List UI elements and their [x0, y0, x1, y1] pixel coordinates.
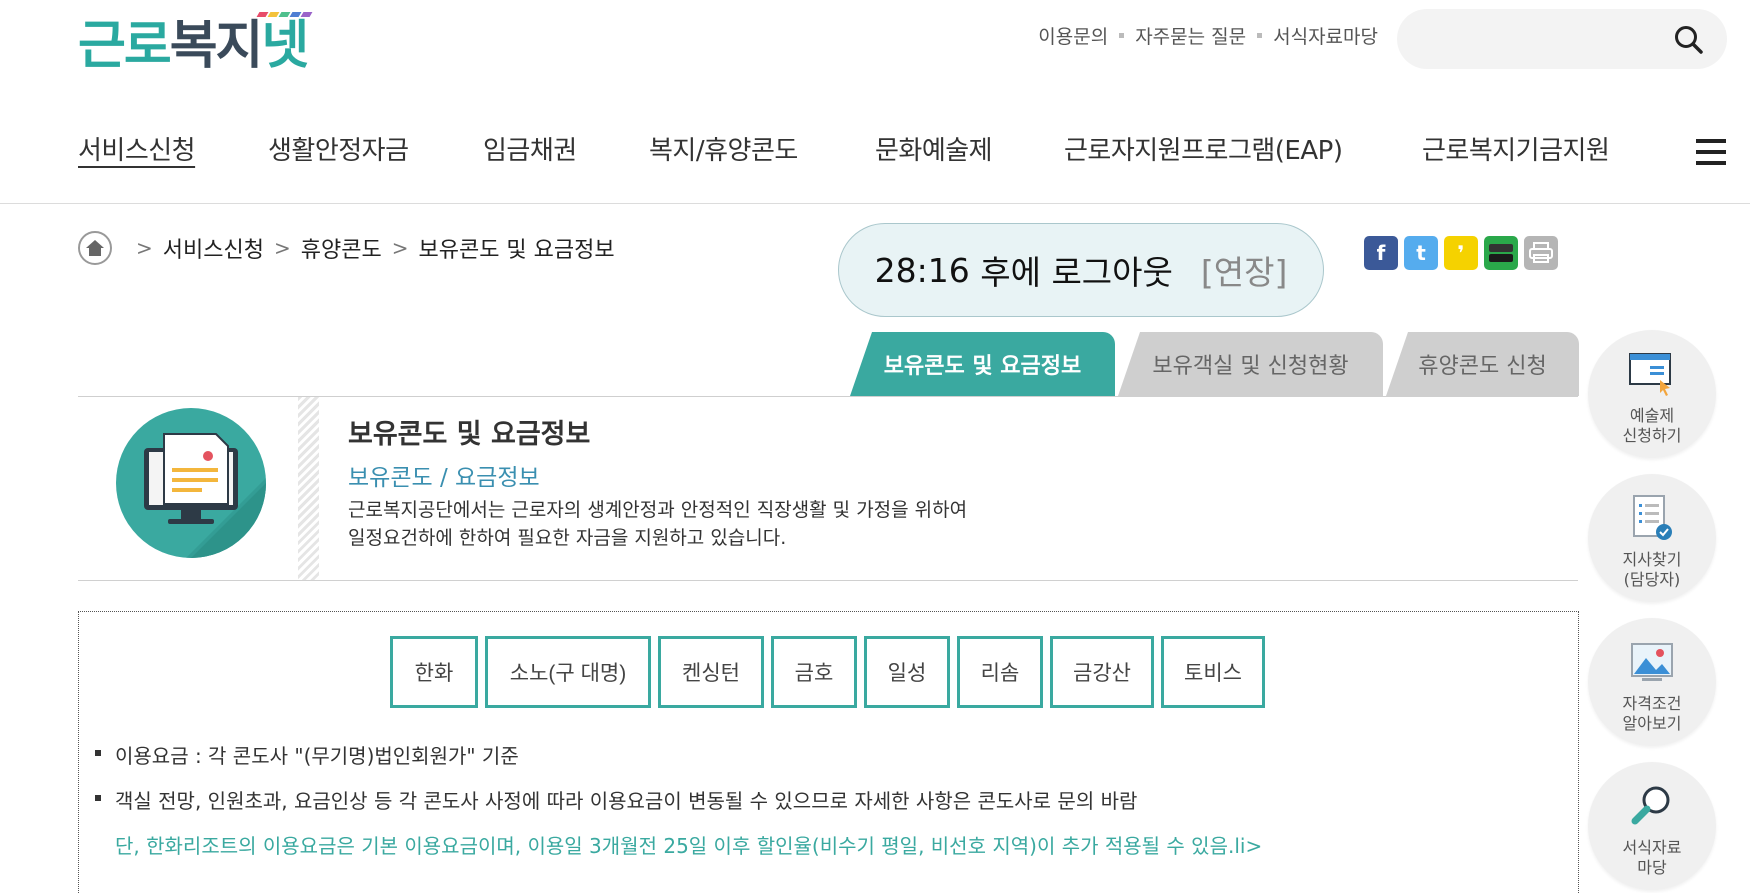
util-link-forms[interactable]: 서식자료마당	[1273, 22, 1378, 49]
note-item: 이용요금 : 각 콘도사 "(무기명)법인회원가" 기준	[95, 740, 1262, 769]
condo-button-hanwha[interactable]: 한화	[390, 636, 478, 708]
page-subtitle: 보유콘도 / 요금정보	[348, 465, 540, 491]
condo-button-kensington[interactable]: 켄싱턴	[658, 636, 764, 708]
quick-art-apply[interactable]: 예술제 신청하기	[1588, 330, 1716, 458]
gnb-item-wage-claim[interactable]: 임금채권	[483, 130, 577, 167]
intro-divider	[298, 397, 319, 581]
share-toolbar: f t ❜	[1364, 236, 1558, 270]
condo-info-panel: 한화 소노(구 대명) 켄싱턴 금호 일성 리솜 금강산 토비스 이용요금 : …	[78, 611, 1579, 893]
kakao-story-icon[interactable]: ❜	[1444, 236, 1478, 270]
condo-button-ilsung[interactable]: 일성	[864, 636, 950, 708]
condo-button-sono[interactable]: 소노(구 대명)	[485, 636, 651, 708]
chevron-right-icon: >	[136, 236, 153, 260]
util-separator	[1119, 33, 1125, 38]
condo-button-geumgangsan[interactable]: 금강산	[1050, 636, 1154, 708]
hamburger-icon[interactable]	[1696, 139, 1726, 165]
description-line: 일정요건하에 한하여 필요한 자금을 지원하고 있습니다.	[348, 527, 787, 549]
timer-value: 28:16	[874, 250, 970, 290]
note-highlight: 단, 한화리조트의 이용요금은 기본 이용요금이며, 이용일 3개월전 25일 …	[115, 834, 1263, 858]
chevron-right-icon: >	[273, 236, 291, 260]
quick-forms[interactable]: 서식자료 마당	[1588, 762, 1716, 890]
tab-condo-apply[interactable]: 휴양콘도 신청	[1386, 332, 1579, 396]
condo-button-kumho[interactable]: 금호	[771, 636, 857, 708]
condo-button-tobis[interactable]: 토비스	[1161, 636, 1265, 708]
search-input[interactable]	[1397, 9, 1727, 69]
condo-button-risom[interactable]: 리솜	[957, 636, 1043, 708]
print-icon[interactable]	[1524, 236, 1558, 270]
extend-session-button[interactable]: [연장]	[1201, 246, 1287, 294]
gnb-item-service-apply[interactable]: 서비스신청	[78, 130, 196, 167]
tab-room-status[interactable]: 보유객실 및 신청현황	[1118, 332, 1383, 396]
note-item: 객실 전망, 인원초과, 요금인상 등 각 콘도사 사정에 따라 이용요금이 변…	[95, 785, 1262, 814]
breadcrumb: > 서비스신청 > 휴양콘도 > 보유콘도 및 요금정보	[78, 231, 615, 265]
gnb-item-eap[interactable]: 근로자지원프로그램(EAP)	[1064, 130, 1343, 167]
gnb-item-welfare-condo[interactable]: 복지/휴양콘도	[649, 130, 798, 167]
chevron-right-icon: >	[391, 236, 409, 260]
quick-menu: 예술제 신청하기 지사찾기 (담당자) 자격조건 알아보기 서식자료 마당	[1588, 330, 1718, 893]
image-icon	[1631, 643, 1673, 681]
quick-label: 서식자료 마당	[1622, 838, 1682, 877]
quick-eligibility[interactable]: 자격조건 알아보기	[1588, 618, 1716, 746]
home-icon[interactable]	[78, 231, 112, 265]
breadcrumb-item[interactable]: 휴양콘도	[301, 232, 382, 264]
quick-label: 자격조건 알아보기	[1622, 694, 1682, 733]
gnb-item-welfare-fund[interactable]: 근로복지기금지원	[1422, 130, 1610, 167]
magnifier-icon	[1631, 786, 1670, 825]
tab-condo-rates[interactable]: 보유콘도 및 요금정보	[850, 332, 1115, 396]
search-icon[interactable]	[1673, 24, 1705, 56]
logo-stripes	[256, 12, 313, 17]
page-description: 근로복지공단에서는 근로자의 생계안정과 안정적인 직장생활 및 가정을 위하여…	[348, 496, 1048, 552]
checklist-icon	[1633, 495, 1672, 540]
condo-selector: 한화 소노(구 대명) 켄싱턴 금호 일성 리솜 금강산 토비스	[390, 636, 1265, 708]
notes-list: 이용요금 : 각 콘도사 "(무기명)법인회원가" 기준 객실 전망, 인원초과…	[95, 740, 1262, 859]
form-click-icon	[1629, 353, 1671, 396]
breadcrumb-current: 보유콘도 및 요금정보	[418, 238, 615, 263]
description-line: 근로복지공단에서는 근로자의 생계안정과 안정적인 직장생활 및 가정을 위하여	[348, 499, 968, 521]
quick-label: 예술제 신청하기	[1622, 406, 1682, 445]
quick-label: 지사찾기 (담당자)	[1622, 550, 1682, 589]
page-title: 보유콘도 및 요금정보	[348, 419, 591, 450]
util-link-faq[interactable]: 자주묻는 질문	[1135, 22, 1246, 49]
quick-branch-finder[interactable]: 지사찾기 (담당자)	[1588, 474, 1716, 602]
twitter-icon[interactable]: t	[1404, 236, 1438, 270]
timer-text: 후에 로그아웃	[980, 253, 1173, 292]
band-icon[interactable]	[1484, 236, 1518, 270]
logout-timer: 28:16 후에 로그아웃 [연장]	[838, 223, 1324, 317]
gnb-item-living-fund[interactable]: 생활안정자금	[268, 130, 409, 167]
intro-bottom-line	[78, 580, 1578, 581]
utility-links: 이용문의 자주묻는 질문 서식자료마당	[1038, 22, 1378, 49]
facebook-icon[interactable]: f	[1364, 236, 1398, 270]
monitor-document-icon	[116, 408, 266, 558]
site-logo[interactable]: 근로복지넷	[78, 6, 313, 76]
util-separator	[1257, 33, 1263, 38]
util-link-inquiry[interactable]: 이용문의	[1038, 22, 1108, 49]
breadcrumb-item[interactable]: 서비스신청	[163, 232, 264, 264]
main-navigation: 서비스신청 생활안정자금 임금채권 복지/휴양콘도 문화예술제 근로자지원프로그…	[0, 116, 1750, 204]
gnb-item-art-festival[interactable]: 문화예술제	[875, 130, 993, 167]
